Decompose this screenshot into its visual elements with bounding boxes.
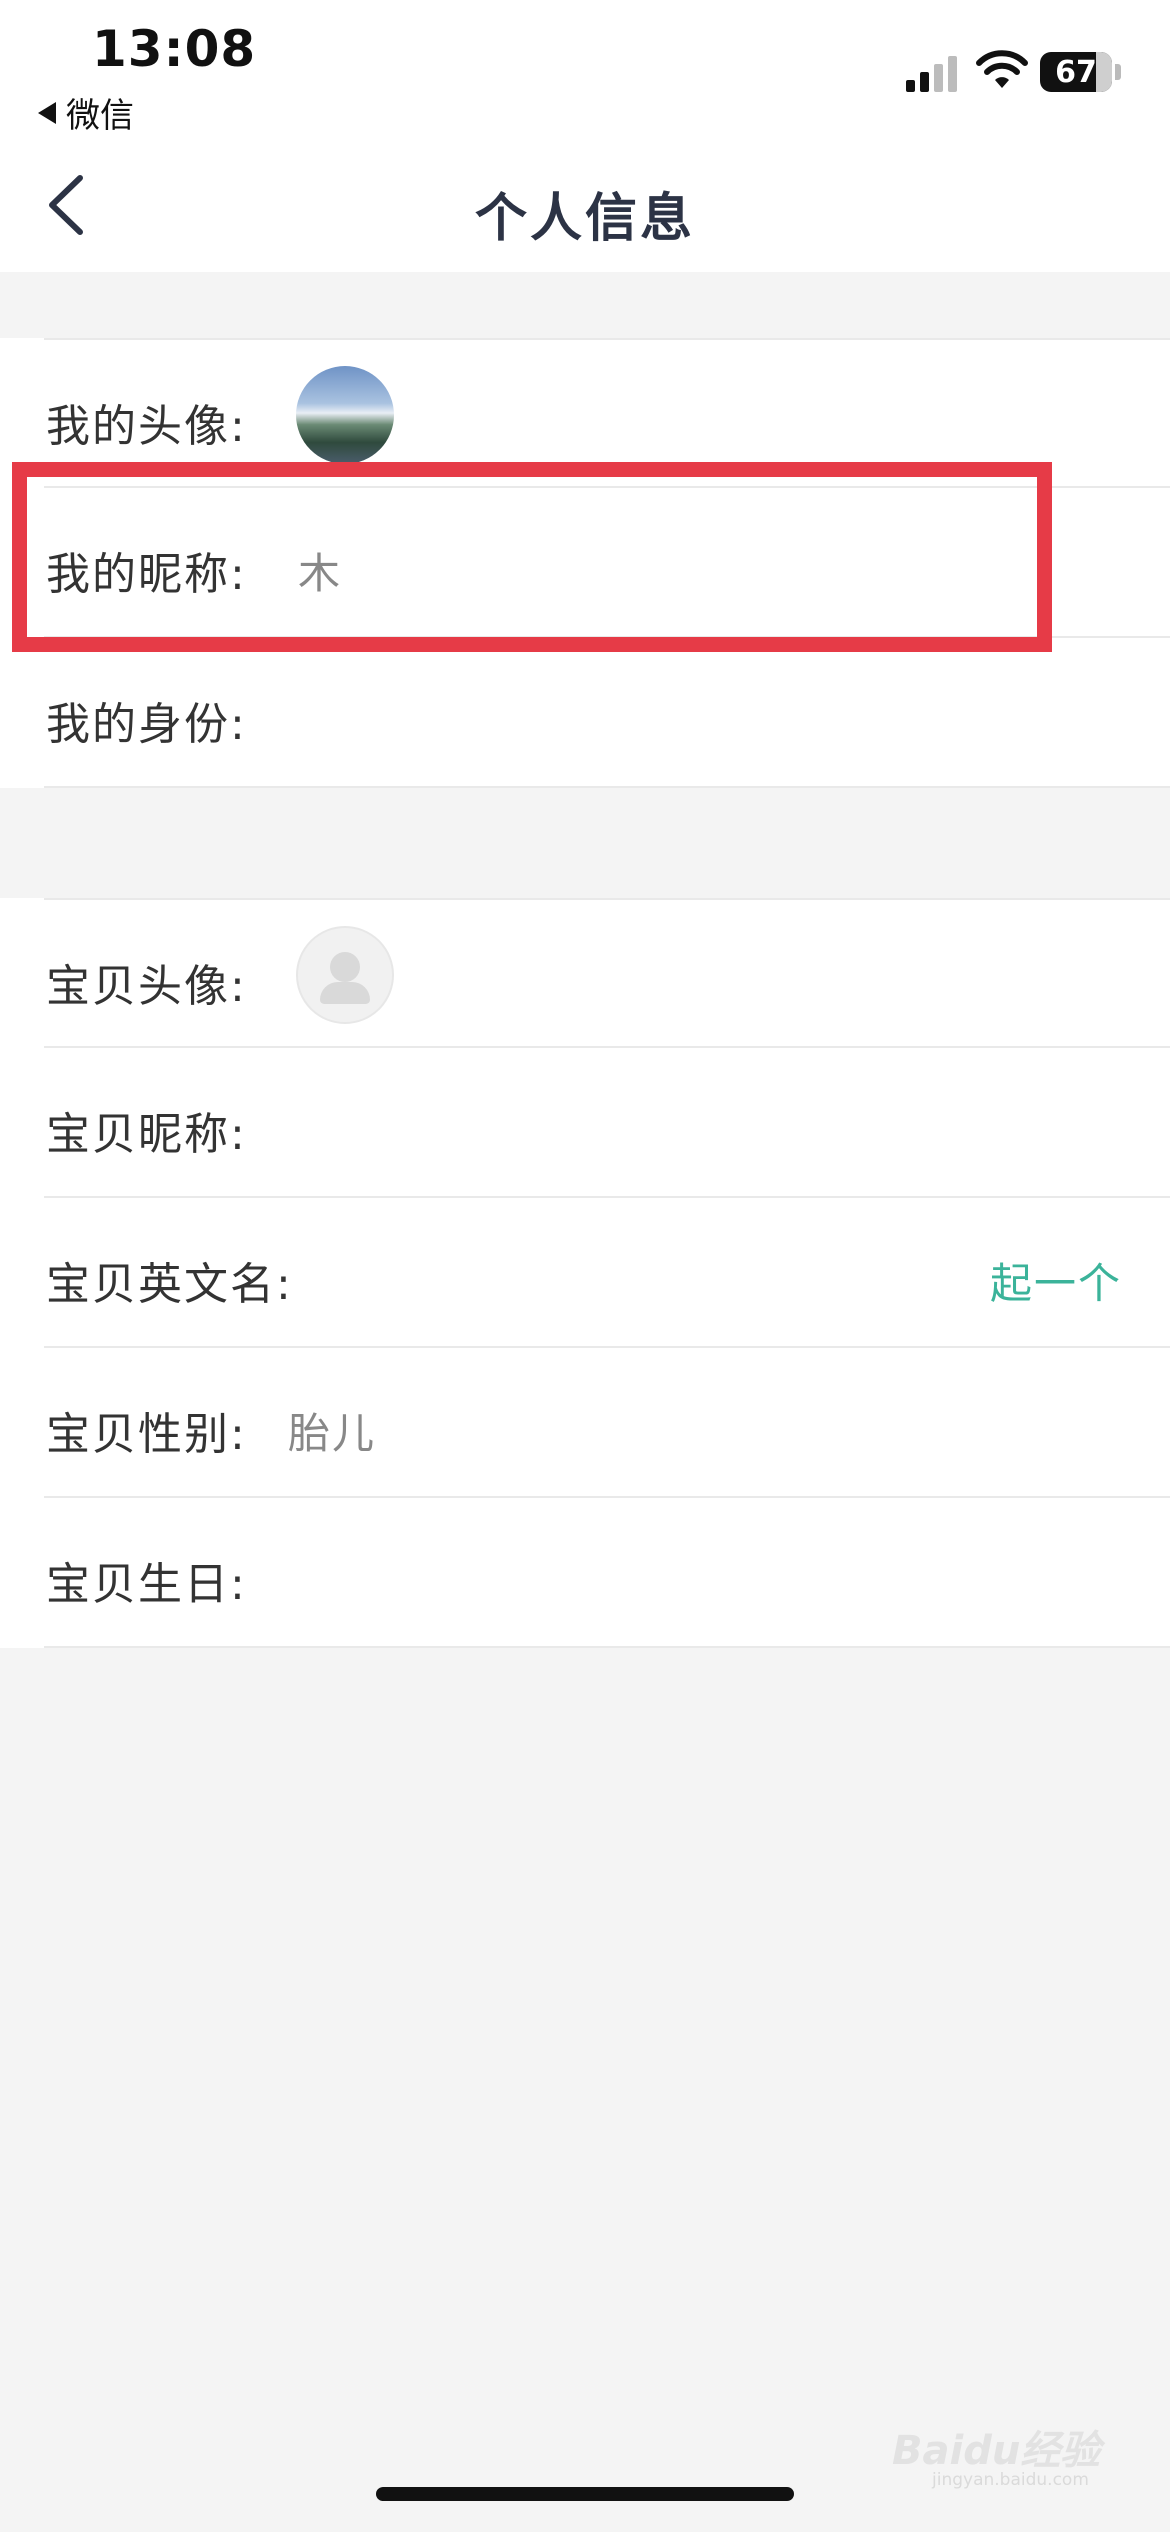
baby-avatar-row[interactable]: 宝贝头像: [44,898,1170,1048]
battery-tip [1115,64,1121,80]
baidu-jingyan-watermark: Baidu经验 [892,2428,1101,2474]
watermark-url: jingyan.baidu.com [932,2470,1089,2490]
status-bar: 13:08 微信 67 [0,0,1170,140]
baby-avatar-label: 宝贝头像: [46,961,247,1012]
baby-gender-value: 胎儿 [288,1409,377,1458]
person-body-icon [320,982,370,1004]
wifi-icon [976,50,1028,88]
baby-english-name-label: 宝贝英文名: [46,1259,293,1310]
status-time: 13:08 [92,20,257,78]
back-to-app-link[interactable]: 微信 [38,88,134,137]
generate-name-button[interactable]: 起一个 [990,1250,1122,1311]
baby-avatar-placeholder[interactable] [296,926,394,1024]
person-head-icon [330,952,360,982]
home-indicator[interactable] [376,2487,794,2501]
baby-gender-label: 宝贝性别: [46,1409,247,1460]
my-identity-row[interactable]: 我的身份: [44,638,1170,788]
baby-english-name-row[interactable]: 宝贝英文名: 起一个 [44,1198,1170,1348]
baby-gender-row[interactable]: 宝贝性别: 胎儿 [44,1348,1170,1498]
my-avatar-label: 我的头像: [46,401,247,452]
back-triangle-icon [38,101,56,124]
baby-nickname-label: 宝贝昵称: [46,1109,247,1160]
baby-section: 宝贝头像: 宝贝昵称: 宝贝英文名: 起一个 宝贝性别: 胎儿 宝贝生日: [0,898,1170,1648]
page-title: 个人信息 [474,189,695,249]
battery-level: 67 [1055,54,1097,90]
battery-empty-part [1096,52,1112,92]
my-identity-label: 我的身份: [46,699,247,750]
baby-nickname-row[interactable]: 宝贝昵称: [44,1048,1170,1198]
baby-birthday-label: 宝贝生日: [46,1559,247,1610]
cellular-signal-icon [906,52,958,92]
battery-icon: 67 [1040,52,1112,92]
my-avatar-image[interactable] [296,366,394,464]
baby-birthday-row[interactable]: 宝贝生日: [44,1498,1170,1648]
back-app-label: 微信 [66,96,134,136]
navigation-bar: 个人信息 [0,140,1170,272]
highlight-annotation-box [12,462,1052,652]
